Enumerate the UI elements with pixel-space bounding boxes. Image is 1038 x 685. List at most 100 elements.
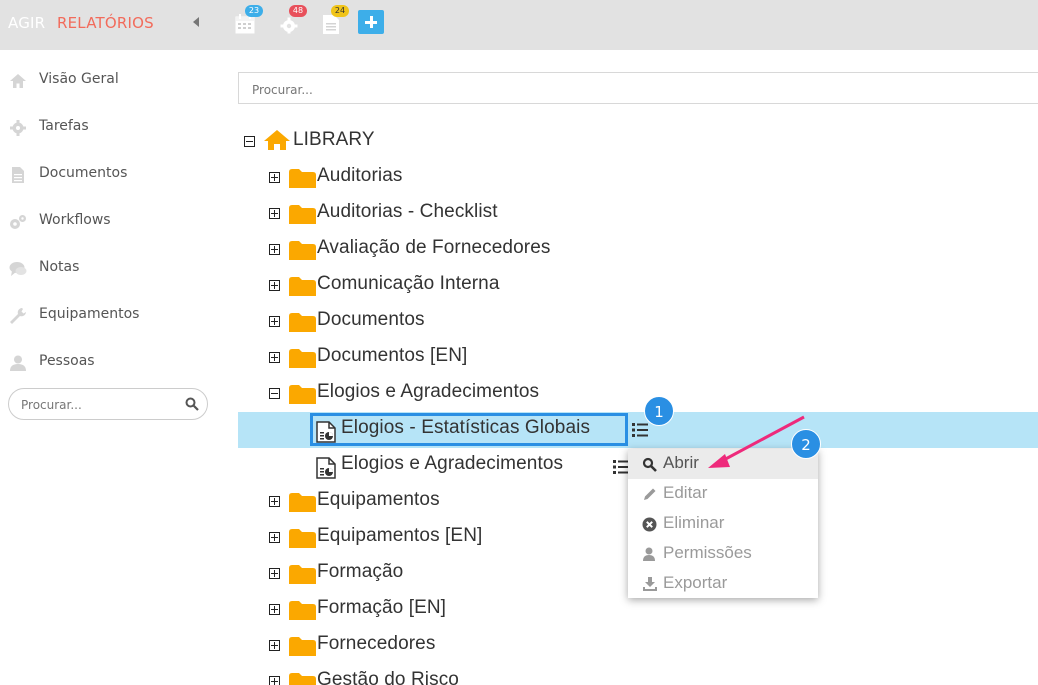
folder-label[interactable]: Elogios e Agradecimentos — [317, 381, 539, 403]
settings-button[interactable]: 48 — [279, 5, 307, 36]
list-menu-icon[interactable] — [632, 423, 648, 437]
tree-folder-auditorias: Auditorias — [238, 160, 1038, 196]
sidebar-item-visao-geral[interactable]: Visão Geral — [0, 63, 228, 97]
tree-folder-documentos: Documentos — [238, 304, 1038, 340]
folder-label[interactable]: Gestão do Risco — [317, 669, 459, 685]
folder-icon — [289, 529, 316, 548]
sidebar-item-pessoas[interactable]: Pessoas — [0, 345, 228, 379]
wrench-icon — [10, 308, 26, 324]
tree-folder-auditorias-checklist: Auditorias - Checklist — [238, 196, 1038, 232]
sidebar-item-workflows[interactable]: Workflows — [0, 204, 228, 238]
menu-item-label: Exportar — [663, 573, 728, 592]
expand-toggle[interactable] — [269, 532, 280, 543]
pointer-arrow — [708, 415, 805, 468]
folder-icon — [289, 601, 316, 620]
folder-label[interactable]: Formação — [317, 561, 403, 583]
sidebar-item-notas[interactable]: Notas — [0, 251, 228, 285]
menu-item-exportar[interactable]: Exportar — [628, 569, 818, 599]
expand-toggle[interactable] — [269, 280, 280, 291]
section-title[interactable]: RELATÓRIOS — [57, 14, 154, 32]
expand-toggle[interactable] — [269, 604, 280, 615]
expand-toggle[interactable] — [269, 172, 280, 183]
tree-root: LIBRARY — [238, 124, 1038, 160]
remove-icon — [642, 517, 657, 532]
folder-label[interactable]: Auditorias - Checklist — [317, 201, 498, 223]
folder-label[interactable]: Avaliação de Fornecedores — [317, 237, 550, 259]
tree-report-estatisticas: Elogios - Estatísticas Globais — [238, 412, 1038, 448]
sidebar-item-equipamentos[interactable]: Equipamentos — [0, 298, 228, 332]
tree-folder-avaliacao: Avaliação de Fornecedores — [238, 232, 1038, 268]
library-search — [238, 72, 1038, 104]
folder-label[interactable]: Documentos — [317, 309, 425, 331]
search-icon — [642, 457, 657, 472]
report-label[interactable]: Elogios - Estatísticas Globais — [341, 417, 590, 439]
folder-label[interactable]: Equipamentos [EN] — [317, 525, 482, 547]
sidebar: Visão Geral Tarefas Documentos Workflows… — [0, 50, 228, 685]
menu-item-label: Eliminar — [663, 513, 725, 532]
expand-toggle[interactable] — [269, 316, 280, 327]
tree-folder-fornecedores: Fornecedores — [238, 628, 1038, 664]
sidebar-item-tarefas[interactable]: Tarefas — [0, 110, 228, 144]
list-menu-icon[interactable] — [613, 460, 629, 474]
folder-label[interactable]: Auditorias — [317, 165, 403, 187]
menu-item-permissoes[interactable]: Permissões — [628, 539, 818, 569]
sidebar-item-documentos[interactable]: Documentos — [0, 157, 228, 191]
expand-toggle[interactable] — [269, 568, 280, 579]
user-key-icon — [643, 547, 655, 561]
folder-label[interactable]: Formação [EN] — [317, 597, 446, 619]
expand-toggle[interactable] — [269, 208, 280, 219]
tree-folder-documentos-en: Documentos [EN] — [238, 340, 1038, 376]
step-callout-1: 1 — [644, 396, 674, 426]
user-icon — [10, 355, 26, 371]
sidebar-item-label: Pessoas — [39, 353, 95, 369]
report-icon — [316, 457, 336, 479]
library-search-input[interactable] — [250, 80, 754, 100]
expand-toggle[interactable] — [269, 352, 280, 363]
sidebar-search-input[interactable] — [19, 395, 183, 415]
folder-icon — [289, 349, 316, 368]
menu-item-label: Editar — [663, 483, 708, 502]
expand-toggle[interactable] — [269, 244, 280, 255]
collapse-toggle[interactable] — [269, 388, 280, 399]
tree-folder-comunicacao: Comunicação Interna — [238, 268, 1038, 304]
folder-icon — [289, 493, 316, 512]
sidebar-item-label: Workflows — [39, 212, 111, 228]
folder-label[interactable]: Fornecedores — [317, 633, 435, 655]
pencil-icon — [644, 488, 656, 500]
collapse-toggle[interactable] — [244, 136, 255, 147]
calendar-badge: 23 — [245, 5, 263, 17]
download-icon — [643, 577, 657, 591]
sidebar-item-label: Equipamentos — [39, 306, 140, 322]
gears-icon — [10, 215, 26, 229]
folder-label[interactable]: Documentos [EN] — [317, 345, 467, 367]
folder-icon — [289, 205, 316, 224]
app-brand[interactable]: AGIR — [8, 14, 45, 32]
folder-icon — [289, 565, 316, 584]
report-icon — [316, 421, 336, 443]
top-bar: AGIR RELATÓRIOS 23 48 24 — [0, 0, 1038, 50]
sidebar-item-label: Notas — [39, 259, 80, 275]
folder-icon — [289, 385, 316, 404]
folder-label[interactable]: Comunicação Interna — [317, 273, 500, 295]
folder-icon — [289, 241, 316, 260]
expand-toggle[interactable] — [269, 676, 280, 685]
document-icon — [12, 167, 24, 183]
folder-label[interactable]: Equipamentos — [317, 489, 440, 511]
expand-toggle[interactable] — [269, 496, 280, 507]
folder-icon — [289, 673, 316, 685]
settings-badge: 48 — [289, 5, 307, 17]
tree-folder-gestao-risco: Gestão do Risco — [238, 664, 1038, 685]
home-icon — [10, 74, 26, 88]
collapse-sidebar-icon[interactable] — [193, 17, 199, 27]
search-icon[interactable] — [185, 397, 199, 411]
calendar-button[interactable]: 23 — [235, 5, 263, 36]
sidebar-item-label: Tarefas — [39, 118, 89, 134]
home-icon — [264, 130, 290, 150]
menu-item-eliminar[interactable]: Eliminar — [628, 509, 818, 539]
documents-button[interactable]: 24 — [321, 5, 349, 36]
expand-toggle[interactable] — [269, 640, 280, 651]
menu-item-editar[interactable]: Editar — [628, 479, 818, 509]
add-button[interactable] — [358, 10, 384, 34]
report-label[interactable]: Elogios e Agradecimentos — [341, 453, 563, 475]
tree-root-label[interactable]: LIBRARY — [293, 129, 375, 151]
